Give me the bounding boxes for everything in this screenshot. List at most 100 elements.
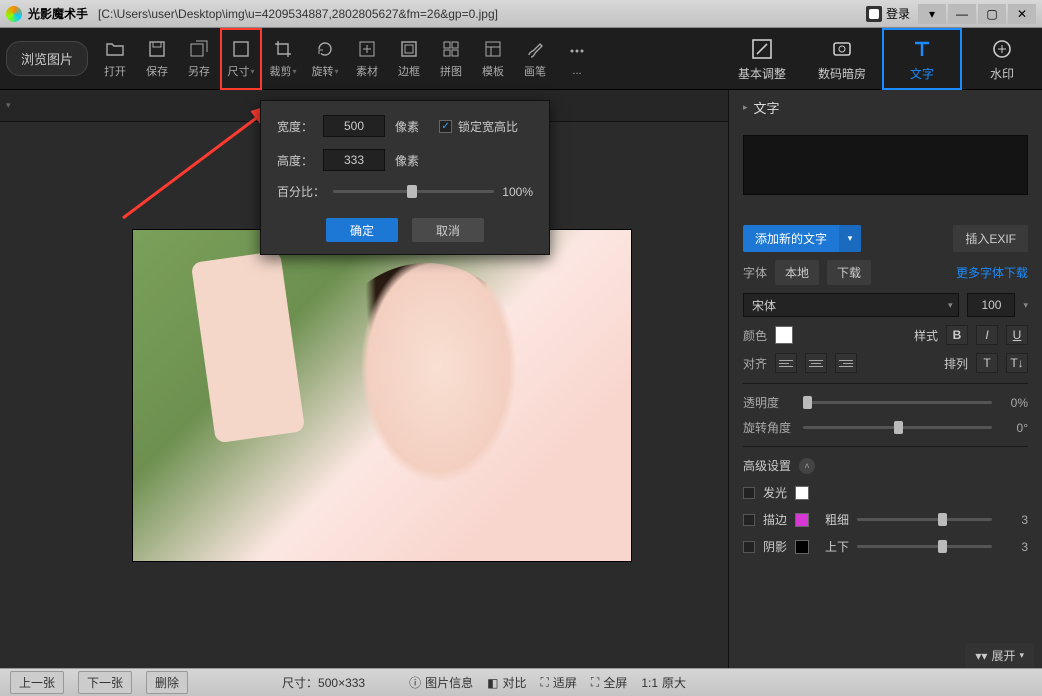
- avatar-icon: [866, 6, 882, 22]
- rotation-slider[interactable]: [803, 426, 992, 429]
- italic-button[interactable]: I: [976, 325, 998, 345]
- size-icon: [231, 39, 251, 59]
- color-label: 颜色: [743, 327, 767, 344]
- app-title: 光影魔术手: [28, 5, 88, 22]
- width-label: 宽度：: [277, 118, 313, 135]
- tool-save[interactable]: 保存: [136, 28, 178, 90]
- align-right-button[interactable]: [835, 353, 857, 373]
- align-left-button[interactable]: [775, 353, 797, 373]
- stroke-width-value: 3: [1000, 513, 1028, 527]
- login-button[interactable]: 登录: [866, 5, 910, 22]
- next-image-button[interactable]: 下一张: [78, 671, 132, 694]
- stroke-width-label: 粗细: [825, 511, 849, 528]
- material-icon: [357, 39, 377, 59]
- shadow-label: 阴影: [763, 538, 787, 555]
- tab-darkroom[interactable]: 数码暗房: [802, 28, 882, 90]
- stroke-width-slider[interactable]: [857, 518, 992, 521]
- more-fonts-link[interactable]: 更多字体下载: [956, 264, 1028, 281]
- close-button[interactable]: ✕: [1008, 4, 1036, 24]
- ok-button[interactable]: 确定: [326, 218, 398, 242]
- collapse-icon: ▸: [743, 102, 748, 113]
- expand-button[interactable]: ▾▾展开▾: [965, 643, 1034, 668]
- maximize-button[interactable]: ▢: [978, 4, 1006, 24]
- fit-screen-button[interactable]: ⛶适屏: [541, 674, 577, 691]
- basic-icon: [750, 37, 774, 61]
- watermark-icon: [990, 37, 1014, 61]
- compare-button[interactable]: ◧对比: [487, 674, 526, 691]
- original-size-button[interactable]: 1:1原大: [641, 674, 686, 691]
- chevron-down-icon[interactable]: ▾: [1023, 300, 1028, 311]
- image-info-button[interactable]: ⓘ图片信息: [409, 674, 473, 691]
- tool-collage[interactable]: 拼图: [430, 28, 472, 90]
- rotation-value: 0°: [1000, 421, 1028, 435]
- font-tab-local[interactable]: 本地: [775, 260, 819, 285]
- brush-icon: [525, 39, 545, 59]
- tool-saveas[interactable]: 另存: [178, 28, 220, 90]
- percent-label: 百分比：: [277, 183, 325, 200]
- cancel-button[interactable]: 取消: [412, 218, 484, 242]
- tool-size[interactable]: 尺寸▾: [220, 28, 262, 90]
- arrange-v-button[interactable]: T↓: [1006, 353, 1028, 373]
- height-input[interactable]: [323, 149, 385, 171]
- tool-open[interactable]: 打开: [94, 28, 136, 90]
- shadow-dir-label: 上下: [825, 538, 849, 555]
- style-label: 样式: [914, 327, 938, 344]
- tab-basic[interactable]: 基本调整: [722, 28, 802, 90]
- minimize-button[interactable]: ▾: [918, 4, 946, 24]
- shadow-color-swatch[interactable]: [795, 540, 809, 554]
- tab-text[interactable]: 文字: [882, 28, 962, 90]
- text-preview-area[interactable]: [743, 135, 1028, 195]
- image-preview[interactable]: [132, 229, 632, 562]
- bold-button[interactable]: B: [946, 325, 968, 345]
- saveas-icon: [189, 39, 209, 59]
- minimize2-button[interactable]: —: [948, 4, 976, 24]
- add-text-dropdown[interactable]: ▾: [839, 225, 861, 252]
- opacity-slider[interactable]: [803, 401, 992, 404]
- crop-icon: [273, 39, 293, 59]
- panel-title[interactable]: ▸文字: [743, 98, 1028, 117]
- template-icon: [483, 39, 503, 59]
- fullscreen-icon: ⛶: [591, 675, 599, 690]
- font-size-input[interactable]: 100: [967, 293, 1015, 317]
- glow-color-swatch[interactable]: [795, 486, 809, 500]
- underline-button[interactable]: U: [1006, 325, 1028, 345]
- resize-dialog: 宽度： 像素 ✓ 锁定宽高比 高度： 像素 百分比： 100% 确定 取消: [260, 100, 550, 255]
- shadow-checkbox[interactable]: [743, 541, 755, 553]
- text-panel: ▸文字 添加新的文字 ▾ 插入EXIF 字体 本地 下载 更多字体下载 宋体▾ …: [728, 90, 1042, 678]
- dropdown-icon[interactable]: ▾: [6, 100, 11, 111]
- orig-icon: 1:1: [641, 676, 658, 690]
- advanced-header[interactable]: 高级设置˄: [743, 457, 1028, 474]
- tool-crop[interactable]: 裁剪▾: [262, 28, 304, 90]
- fullscreen-button[interactable]: ⛶全屏: [591, 674, 627, 691]
- add-text-button[interactable]: 添加新的文字: [743, 225, 839, 252]
- tool-template[interactable]: 模板: [472, 28, 514, 90]
- titlebar: 光影魔术手 [C:\Users\user\Desktop\img\u=42095…: [0, 0, 1042, 28]
- font-tab-download[interactable]: 下载: [827, 260, 871, 285]
- info-icon: ⓘ: [409, 674, 421, 691]
- percent-slider[interactable]: [333, 190, 494, 193]
- stroke-checkbox[interactable]: [743, 514, 755, 526]
- insert-exif-button[interactable]: 插入EXIF: [953, 225, 1028, 252]
- browse-button[interactable]: 浏览图片: [6, 41, 88, 76]
- font-family-select[interactable]: 宋体▾: [743, 293, 959, 317]
- width-input[interactable]: [323, 115, 385, 137]
- arrange-h-button[interactable]: T: [976, 353, 998, 373]
- align-center-button[interactable]: [805, 353, 827, 373]
- tool-material[interactable]: 素材: [346, 28, 388, 90]
- tool-border[interactable]: 边框: [388, 28, 430, 90]
- fit-icon: ⛶: [541, 675, 549, 690]
- shadow-dir-slider[interactable]: [857, 545, 992, 548]
- prev-image-button[interactable]: 上一张: [10, 671, 64, 694]
- tab-watermark[interactable]: 水印: [962, 28, 1042, 90]
- lock-ratio-checkbox[interactable]: ✓: [439, 120, 452, 133]
- stroke-label: 描边: [763, 511, 787, 528]
- tool-more[interactable]: ...: [556, 28, 598, 90]
- stroke-color-swatch[interactable]: [795, 513, 809, 527]
- glow-checkbox[interactable]: [743, 487, 755, 499]
- rotate-icon: [315, 39, 335, 59]
- chevron-down-icon: ▾: [948, 300, 953, 311]
- delete-button[interactable]: 删除: [146, 671, 188, 694]
- tool-brush[interactable]: 画笔: [514, 28, 556, 90]
- color-swatch[interactable]: [775, 326, 793, 344]
- tool-rotate[interactable]: 旋转▾: [304, 28, 346, 90]
